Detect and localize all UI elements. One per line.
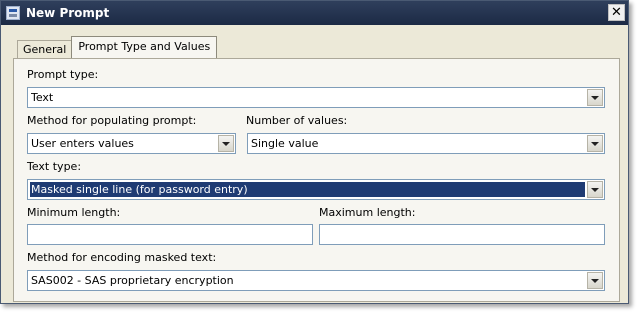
text-type-dropdown[interactable]: Masked single line (for password entry) [27,179,605,200]
minimum-length-label: Minimum length: [27,206,121,219]
close-icon: ✕ [611,5,622,20]
chevron-down-icon [591,95,599,100]
tab-strip: General Prompt Type and Values [17,36,218,58]
text-type-label: Text type: [27,160,82,173]
minimum-length-input[interactable] [27,224,313,245]
text-type-value: Masked single line (for password entry) [30,182,585,197]
tab-prompt-type-and-values[interactable]: Prompt Type and Values [71,36,218,58]
prompt-type-panel: Prompt type: Text Method for populating … [13,58,620,302]
populate-method-value: User enters values [31,137,134,150]
chevron-down-icon [591,187,599,192]
populate-method-dropdown-button[interactable] [218,135,234,152]
encoding-method-dropdown-button[interactable] [587,272,603,289]
chevron-down-icon [591,278,599,283]
app-window-icon [6,6,20,20]
tab-general[interactable]: General [17,40,73,58]
number-of-values-label: Number of values: [246,114,348,127]
prompt-type-label: Prompt type: [27,68,99,81]
populate-method-label: Method for populating prompt: [27,114,197,127]
populate-method-dropdown[interactable]: User enters values [27,133,236,154]
maximum-length-input[interactable] [319,224,605,245]
prompt-type-value: Text [31,91,54,104]
encoding-method-value: SAS002 - SAS proprietary encryption [31,274,234,287]
encoding-method-label: Method for encoding masked text: [27,251,217,264]
text-type-dropdown-button[interactable] [587,181,603,198]
prompt-type-dropdown[interactable]: Text [27,87,605,108]
close-button[interactable]: ✕ [608,4,625,21]
chevron-down-icon [222,141,230,146]
maximum-length-label: Maximum length: [319,206,416,219]
encoding-method-dropdown[interactable]: SAS002 - SAS proprietary encryption [27,270,605,291]
number-of-values-dropdown-button[interactable] [587,135,603,152]
dialog-title: New Prompt [26,6,110,20]
new-prompt-dialog: New Prompt ✕ General Prompt Type and Val… [0,0,629,304]
dialog-body: General Prompt Type and Values Prompt ty… [1,25,628,303]
title-bar: New Prompt ✕ [1,1,628,25]
prompt-type-dropdown-button[interactable] [587,89,603,106]
number-of-values-value: Single value [251,137,319,150]
number-of-values-dropdown[interactable]: Single value [247,133,605,154]
chevron-down-icon [591,141,599,146]
